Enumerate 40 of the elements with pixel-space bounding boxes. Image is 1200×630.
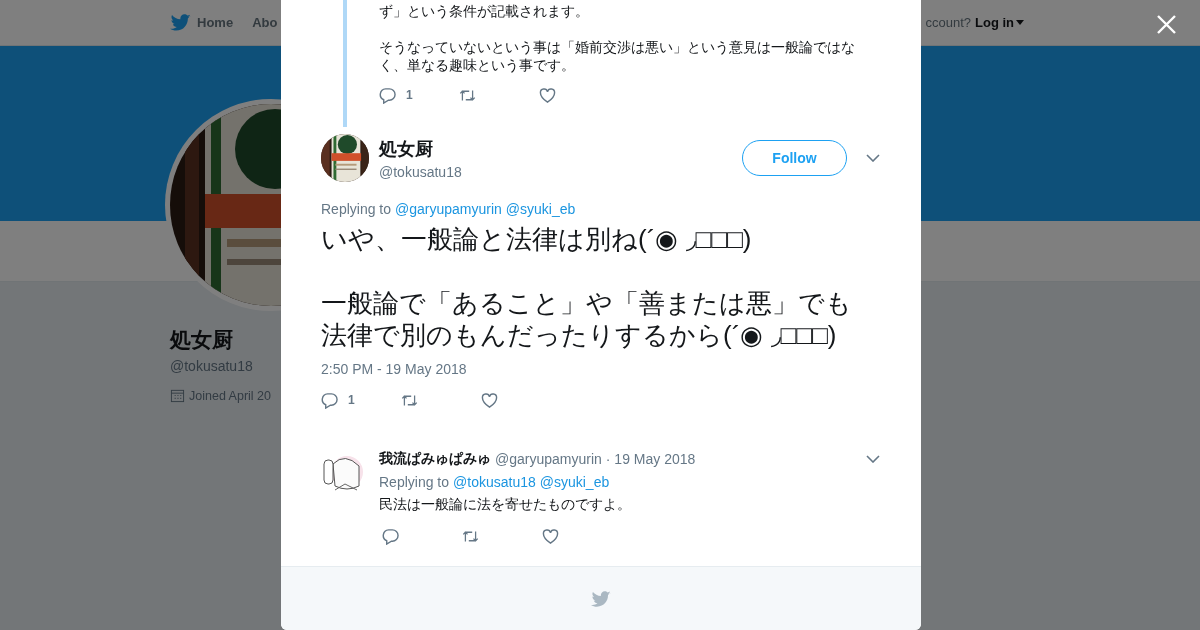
account-prompt: ccount?: [925, 15, 971, 30]
user-name[interactable]: 処女厨: [379, 136, 742, 161]
nav-link[interactable]: Abo: [252, 15, 278, 30]
calendar-icon: [170, 388, 185, 403]
tweet-text: ず」という条件が記載されます。: [379, 2, 590, 20]
user-handle[interactable]: @garyupamyurin: [495, 451, 602, 467]
bird-icon: [170, 12, 191, 33]
tweet-text: 民法は一般論に法を寄せたものですよ。: [379, 496, 632, 514]
nav-link[interactable]: Home: [197, 15, 234, 30]
tweet-date[interactable]: · 19 May 2018: [605, 451, 696, 467]
tweet-text: いや、一般論と法律は別ね(´◉ ◞□□□): [321, 223, 753, 255]
user-handle[interactable]: @tokusatu18: [379, 163, 742, 180]
tweet-text: 一般論で「あること」や「善または悪」でも法律で別のもんだったりするから(´◉ ◞□□□): [321, 287, 853, 351]
profile-handle: @tokusatu18: [170, 358, 253, 374]
bird-icon: [591, 588, 611, 609]
chevron-down-icon[interactable]: [866, 154, 880, 162]
mention-link[interactable]: @syuki_eb: [505, 201, 576, 217]
mention-link[interactable]: @garyupamyurin: [395, 201, 502, 217]
heart-icon[interactable]: [539, 86, 556, 104]
close-icon[interactable]: [1156, 14, 1177, 35]
tweet-text: そうなっていないという事は「婚前交渉は悪い」という意見は一般論ではなく、単なる趣味という事です。: [379, 38, 856, 74]
joined-date: Joined April 20: [189, 388, 271, 403]
user-name[interactable]: 我流ぱみゅぱみゅ: [379, 450, 491, 468]
follow-button[interactable]: Follow: [742, 140, 847, 176]
replying-label: Replying to: [321, 201, 392, 217]
heart-icon[interactable]: [481, 391, 498, 409]
mention-link[interactable]: @syuki_eb: [539, 474, 610, 490]
heart-icon[interactable]: [542, 527, 559, 545]
timestamp[interactable]: 2:50 PM - 19 May 2018: [321, 361, 881, 377]
login-button[interactable]: Log in: [975, 15, 1024, 30]
caret-icon: [1016, 20, 1024, 25]
reply-count: 1: [348, 393, 355, 407]
mention-link[interactable]: @tokusatu18: [453, 474, 536, 490]
reply-icon[interactable]: [379, 86, 396, 104]
reply-icon[interactable]: [321, 391, 338, 409]
chevron-down-icon[interactable]: [866, 455, 880, 463]
profile-name: 処女厨: [170, 327, 233, 353]
replying-label: Replying to: [379, 474, 450, 490]
reply-icon[interactable]: [382, 527, 399, 545]
reply-count: 1: [406, 88, 413, 102]
